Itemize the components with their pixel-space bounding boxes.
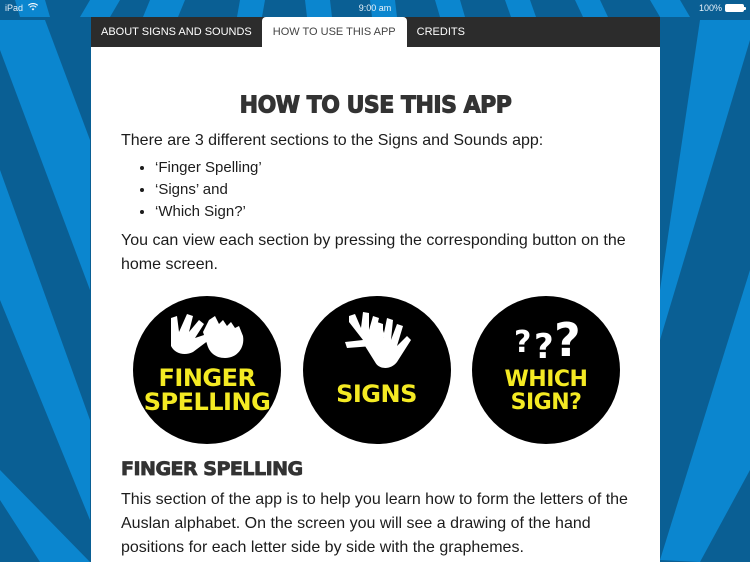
button-label-line: SIGN? — [510, 390, 582, 415]
button-label: WHICH SIGN? — [505, 368, 588, 414]
svg-text:?: ? — [534, 327, 554, 367]
signs-button[interactable]: SIGNS — [302, 296, 451, 444]
tab-credits[interactable]: CREDITS — [407, 17, 475, 47]
svg-text:?: ? — [514, 325, 531, 360]
page-title: HOW TO USE THIS APP — [239, 92, 512, 119]
waving-hands-icon — [344, 312, 411, 368]
list-item: ‘Which Sign?’ — [155, 201, 630, 223]
svg-text:?: ? — [554, 313, 581, 367]
status-bar: iPad 9:00 am 100% — [0, 0, 750, 17]
content-body: HOW TO USE THIS APP There are 3 differen… — [91, 92, 660, 560]
battery-percent: 100% — [698, 3, 722, 13]
intro-text: There are 3 different sections to the Si… — [121, 132, 544, 149]
instruction-text: You can view each section by pressing th… — [121, 232, 626, 273]
button-label: SIGNS — [336, 382, 417, 414]
list-item: ‘Signs’ and — [155, 179, 630, 201]
button-label: FINGER SPELLING — [144, 366, 271, 414]
tab-how-to-use[interactable]: HOW TO USE THIS APP — [261, 17, 407, 47]
tab-bar: ABOUT SIGNS AND SOUNDS HOW TO USE THIS A… — [91, 17, 660, 47]
finger-spelling-hands-icon — [171, 314, 244, 358]
section-buttons: FINGER SPELLING SIGNS ? ? ? WHICH SIGN? — [121, 296, 630, 444]
finger-spelling-button[interactable]: FINGER SPELLING — [133, 296, 281, 444]
finger-spelling-description: This section of the app is to help you l… — [121, 491, 628, 556]
sections-list: ‘Finger Spelling’ ‘Signs’ and ‘Which Sig… — [121, 157, 630, 223]
status-right: 100% — [698, 3, 746, 13]
tab-about[interactable]: ABOUT SIGNS AND SOUNDS — [91, 17, 262, 47]
button-label-line: SPELLING — [143, 388, 271, 416]
status-time: 9:00 am — [358, 3, 392, 13]
which-sign-button[interactable]: ? ? ? WHICH SIGN? — [472, 296, 620, 444]
content-panel: ABOUT SIGNS AND SOUNDS HOW TO USE THIS A… — [91, 17, 660, 562]
question-marks-icon: ? ? ? — [514, 313, 581, 367]
button-label-line: SIGNS — [336, 380, 417, 408]
section-heading-finger-spelling: FINGER SPELLING — [121, 458, 304, 481]
list-item: ‘Finger Spelling’ — [155, 157, 630, 179]
battery-icon — [725, 4, 746, 12]
